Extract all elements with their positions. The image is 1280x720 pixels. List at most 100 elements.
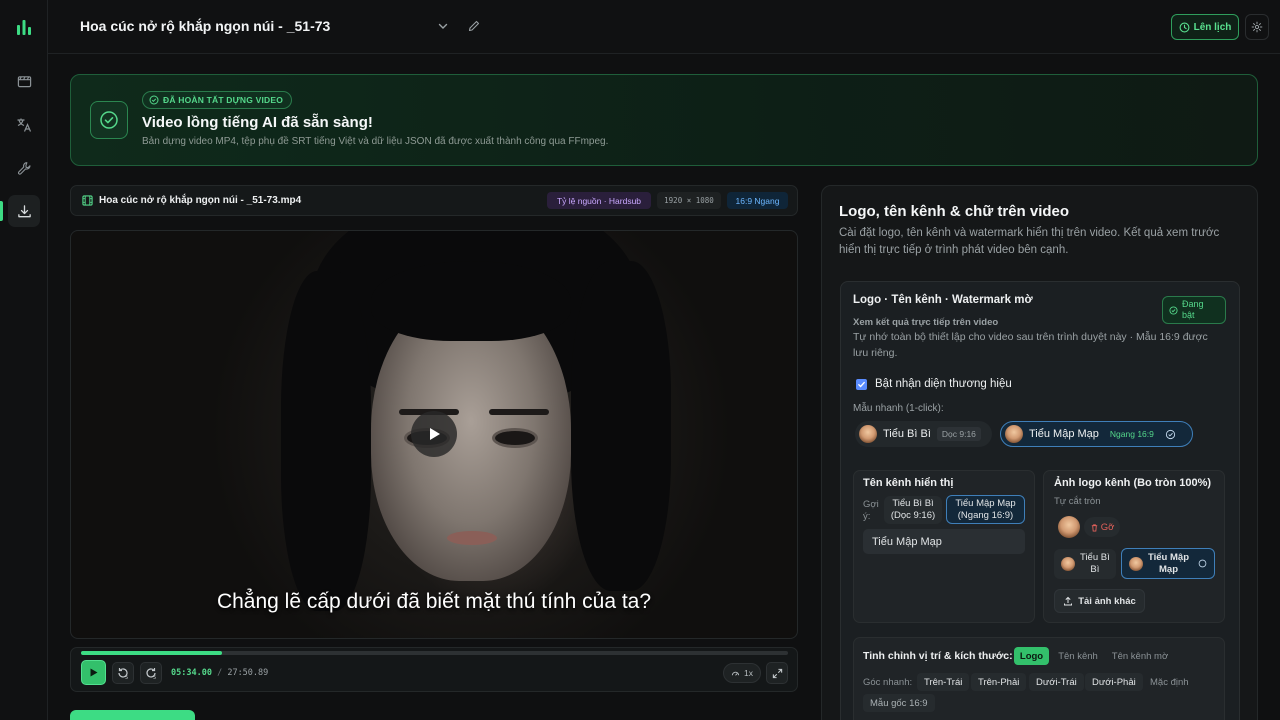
branding-card-note: Tự nhớ toàn bộ thiết lập cho video sau t… xyxy=(853,331,1208,359)
download-icon xyxy=(17,204,31,217)
video-subtitle: Chẳng lẽ cấp dưới đã biết mặt thú tính c… xyxy=(216,590,652,613)
avatar xyxy=(859,425,877,443)
sidebar-item-tools[interactable] xyxy=(8,152,40,184)
sidebar-item-film[interactable] xyxy=(8,65,40,97)
remove-logo-button[interactable]: Gỡ xyxy=(1084,517,1120,537)
preset-tieu-bi-bi[interactable]: Tiểu Bì Bì Dọc 9:16 xyxy=(855,421,992,447)
expand-icon xyxy=(772,668,782,678)
sidebar xyxy=(0,0,48,720)
remove-logo-label: Gỡ xyxy=(1100,521,1115,533)
video-frame-brow-right xyxy=(489,409,549,415)
play-button[interactable] xyxy=(81,660,106,685)
brand-toggle-checkbox[interactable] xyxy=(856,379,867,390)
play-icon xyxy=(430,428,440,440)
panel-description: Cài đặt logo, tên kênh và watermark hiển… xyxy=(839,227,1220,256)
play-icon xyxy=(90,668,98,677)
skip-back-seconds: 5 xyxy=(125,675,128,680)
tab-logo[interactable]: Logo xyxy=(1014,647,1049,665)
preset-name: Tiểu Mập Mạp xyxy=(1029,428,1099,440)
current-time: 05:34.00 xyxy=(171,668,212,678)
suggestion-a-line-1: Tiểu Bì Bì xyxy=(892,498,934,509)
logo-option-tieu-map-map[interactable]: Tiểu Mập Mạp xyxy=(1121,548,1215,579)
time-display: 05:34.00 / 27:50.89 xyxy=(171,668,268,678)
banner-title: Video lồng tiếng AI đã sẵn sàng! xyxy=(142,114,373,131)
suggest-label-line-2: ý: xyxy=(863,511,871,522)
panel-title: Logo, tên kênh & chữ trên video xyxy=(839,203,1070,220)
badge-text: ĐÃ HOÀN TẤT DỰNG VIDEO xyxy=(163,95,284,105)
gear-icon xyxy=(1251,21,1263,33)
video-frame-eye-right xyxy=(495,431,535,445)
avatar xyxy=(1005,425,1023,443)
playback-speed-button[interactable]: 1x xyxy=(723,663,761,683)
speed-value: 1x xyxy=(744,668,753,678)
video-frame-bangs xyxy=(371,261,571,341)
suggestion-b-line-1: Tiểu Mập Mạp xyxy=(955,497,1016,509)
video-frame-hair-right xyxy=(571,261,671,591)
translate-icon xyxy=(17,118,32,132)
logo-option-tieu-bi-bi[interactable]: Tiểu Bì Bì xyxy=(1054,549,1116,579)
quick-preset-label: Mẫu nhanh (1-click): xyxy=(853,403,944,414)
check-circle-small-icon xyxy=(149,95,159,105)
fullscreen-button[interactable] xyxy=(766,662,788,684)
corner-top-left[interactable]: Trên-Trái xyxy=(917,673,970,691)
corner-top-right[interactable]: Trên-Phải xyxy=(971,673,1027,691)
corner-default[interactable]: Mặc định xyxy=(1143,673,1196,691)
check-circle-icon xyxy=(100,111,118,129)
clock-icon xyxy=(1179,22,1190,32)
suggestion-tieu-map-map[interactable]: Tiểu Mập Mạp (Ngang 16:9) xyxy=(946,495,1025,524)
film-strip-icon xyxy=(82,195,93,206)
schedule-label: Lên lịch xyxy=(1193,21,1232,33)
status-line-2: bật xyxy=(1182,310,1195,320)
video-play-overlay-button[interactable] xyxy=(411,411,457,457)
preset-name: Tiểu Bì Bì xyxy=(883,428,931,440)
source-ratio-tag: Tỷ lệ nguồn · Hardsub xyxy=(547,192,651,209)
channel-logo-title: Ảnh logo kênh (Bo tròn 100%) xyxy=(1054,477,1212,489)
skip-forward-seconds: 5 xyxy=(153,675,156,680)
resolution-tag: 1920 × 1080 xyxy=(657,192,721,209)
sidebar-item-translate[interactable] xyxy=(8,109,40,141)
upload-icon xyxy=(1064,596,1073,606)
logo-option-a-line-1: Tiểu Bì xyxy=(1080,552,1110,563)
bar-chart-logo-icon xyxy=(17,20,31,35)
project-title[interactable]: Hoa cúc nở rộ khắp ngọn núi - _51-73 xyxy=(80,18,330,34)
preset-tieu-map-map[interactable]: Tiểu Mập Mạp Ngang 16:9 xyxy=(1000,421,1193,447)
trash-icon xyxy=(1091,523,1097,532)
brand-toggle-label[interactable]: Bật nhận diện thương hiệu xyxy=(875,378,1012,390)
channel-name-input[interactable]: Tiểu Mập Mạp xyxy=(863,529,1025,554)
suggestion-b-line-2: (Ngang 16:9) xyxy=(957,509,1014,521)
check-circle-icon xyxy=(1165,429,1175,439)
corner-bottom-right[interactable]: Dưới-Phải xyxy=(1085,673,1143,691)
suggest-label-line-1: Gợi xyxy=(863,499,879,510)
primary-action-button[interactable] xyxy=(70,710,195,720)
speedometer-icon xyxy=(731,671,740,676)
corner-bottom-left[interactable]: Dưới-Trái xyxy=(1029,673,1084,691)
file-name: Hoa cúc nở rộ khắp ngọn núi - _51-73.mp4 xyxy=(99,195,302,206)
tune-title: Tinh chỉnh vị trí & kích thước: xyxy=(863,650,1013,662)
upload-logo-button[interactable]: Tải ảnh khác xyxy=(1054,589,1145,613)
forward-icon: 5 xyxy=(146,668,156,680)
status-line-1: Đang xyxy=(1182,299,1204,309)
schedule-button[interactable]: Lên lịch xyxy=(1171,14,1239,40)
preset-tag: Dọc 9:16 xyxy=(936,427,981,441)
video-frame-lips xyxy=(447,531,497,545)
rewind-icon: 5 xyxy=(118,668,128,680)
skip-back-button[interactable]: 5 xyxy=(112,662,134,684)
preset-original-169[interactable]: Mẫu gốc 16:9 xyxy=(863,694,935,712)
pencil-icon[interactable] xyxy=(467,19,481,33)
progress-fill[interactable] xyxy=(81,651,222,655)
tab-channel-name[interactable]: Tên kênh xyxy=(1052,647,1104,665)
sidebar-item-export[interactable] xyxy=(8,195,40,227)
chevron-down-icon[interactable] xyxy=(436,19,450,33)
logo-preview-avatar xyxy=(1058,516,1080,538)
skip-forward-button[interactable]: 5 xyxy=(140,662,162,684)
preset-tag: Ngang 16:9 xyxy=(1109,429,1154,439)
status-badge: ĐÃ HOÀN TẤT DỰNG VIDEO xyxy=(142,91,293,109)
tab-channel-name-faded[interactable]: Tên kênh mờ xyxy=(1106,647,1174,665)
wrench-icon xyxy=(17,161,30,175)
branding-status-pill: Đang bật xyxy=(1162,296,1226,324)
suggest-label: Gợi ý: xyxy=(863,499,879,523)
suggestion-tieu-bi-bi[interactable]: Tiểu Bì Bì (Dọc 9:16) xyxy=(884,496,942,524)
avatar xyxy=(1129,556,1143,571)
settings-button[interactable] xyxy=(1245,14,1269,40)
upload-logo-label: Tải ảnh khác xyxy=(1078,595,1136,607)
